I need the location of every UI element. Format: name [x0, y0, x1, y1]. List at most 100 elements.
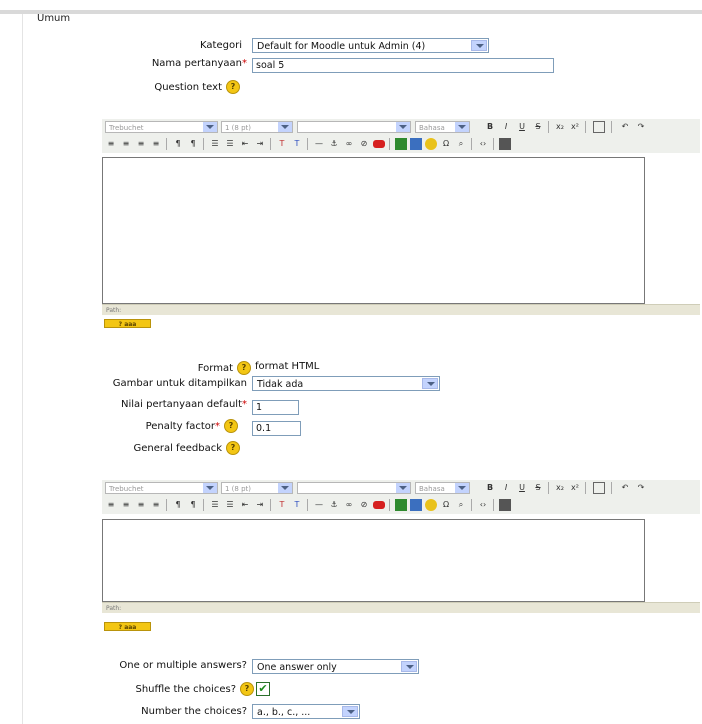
- subscript-icon[interactable]: x₂: [554, 482, 566, 494]
- indent-icon[interactable]: ⇥: [254, 138, 266, 150]
- toolbar-separator: [203, 138, 204, 150]
- indent-icon[interactable]: ⇥: [254, 499, 266, 511]
- editor-help-button[interactable]: ? aaa: [104, 622, 151, 631]
- single-select[interactable]: One answer only: [252, 659, 419, 674]
- required-marker: *: [215, 421, 220, 432]
- redo-icon[interactable]: ↷: [635, 121, 647, 133]
- font-family-select[interactable]: Trebuchet: [105, 482, 218, 494]
- link-icon[interactable]: ∞: [343, 499, 355, 511]
- help-icon[interactable]: ?: [240, 682, 254, 696]
- unlink-icon[interactable]: ⊘: [358, 138, 370, 150]
- horizontal-rule-icon[interactable]: —: [313, 499, 325, 511]
- align-right-icon[interactable]: ≡: [135, 138, 147, 150]
- language-select[interactable]: Bahasa: [415, 121, 470, 133]
- shuffle-label-text: Shuffle the choices?: [135, 684, 236, 695]
- general-feedback-area[interactable]: [102, 519, 645, 602]
- insert-image-icon[interactable]: [395, 499, 407, 511]
- unlink-icon[interactable]: ⊘: [358, 499, 370, 511]
- insert-character-icon[interactable]: Ω: [440, 138, 452, 150]
- horizontal-rule-icon[interactable]: —: [313, 138, 325, 150]
- text-color-icon[interactable]: T: [276, 499, 288, 511]
- ltr-icon[interactable]: ¶: [172, 499, 184, 511]
- language-select[interactable]: Bahasa: [415, 482, 470, 494]
- chevron-down-icon: [401, 661, 417, 672]
- editor-help-button[interactable]: ? aaa: [104, 319, 151, 328]
- question-text-area[interactable]: [102, 157, 645, 304]
- bullet-list-icon[interactable]: ☰: [224, 138, 236, 150]
- font-size-select[interactable]: 1 (8 pt): [221, 121, 293, 133]
- align-left-icon[interactable]: ≡: [105, 499, 117, 511]
- bullet-list-icon[interactable]: ☰: [224, 499, 236, 511]
- align-center-icon[interactable]: ≡: [120, 499, 132, 511]
- nama-input[interactable]: soal 5: [252, 58, 554, 73]
- align-right-icon[interactable]: ≡: [135, 499, 147, 511]
- search-replace-icon[interactable]: ⌕: [455, 138, 467, 150]
- nolink-icon[interactable]: [373, 501, 385, 509]
- bold-icon[interactable]: B: [484, 121, 496, 133]
- text-color-icon[interactable]: T: [276, 138, 288, 150]
- align-left-icon[interactable]: ≡: [105, 138, 117, 150]
- strikethrough-icon[interactable]: S: [532, 482, 544, 494]
- clean-word-icon[interactable]: [593, 482, 605, 494]
- gambar-select[interactable]: Tidak ada: [252, 376, 440, 391]
- italic-icon[interactable]: I: [500, 121, 512, 133]
- question-text-editor: Trebuchet 1 (8 pt) Bahasa B I U S x₂ x² …: [102, 119, 700, 330]
- underline-icon[interactable]: U: [516, 482, 528, 494]
- nolink-icon[interactable]: [373, 140, 385, 148]
- numbered-list-icon[interactable]: ☰: [209, 499, 221, 511]
- font-family-select[interactable]: Trebuchet: [105, 121, 218, 133]
- insert-table-icon[interactable]: [410, 138, 422, 150]
- nilai-input[interactable]: 1: [252, 400, 299, 415]
- justify-icon[interactable]: ≡: [150, 499, 162, 511]
- help-icon[interactable]: ?: [226, 80, 240, 94]
- penalty-input[interactable]: 0.1: [252, 421, 301, 436]
- superscript-icon[interactable]: x²: [569, 482, 581, 494]
- insert-table-icon[interactable]: [410, 499, 422, 511]
- bold-icon[interactable]: B: [484, 482, 496, 494]
- general-feedback-editor: Trebuchet 1 (8 pt) Bahasa B I U S x₂ x² …: [102, 480, 700, 634]
- undo-icon[interactable]: ↶: [619, 482, 631, 494]
- underline-icon[interactable]: U: [516, 121, 528, 133]
- html-source-icon[interactable]: ‹›: [477, 138, 489, 150]
- insert-smiley-icon[interactable]: [425, 499, 437, 511]
- superscript-icon[interactable]: x²: [569, 121, 581, 133]
- fullscreen-icon[interactable]: [499, 138, 511, 150]
- kategori-select[interactable]: Default for Moodle untuk Admin (4): [252, 38, 489, 53]
- numbered-list-icon[interactable]: ☰: [209, 138, 221, 150]
- strikethrough-icon[interactable]: S: [532, 121, 544, 133]
- font-size-select[interactable]: 1 (8 pt): [221, 482, 293, 494]
- justify-icon[interactable]: ≡: [150, 138, 162, 150]
- align-center-icon[interactable]: ≡: [120, 138, 132, 150]
- help-icon[interactable]: ?: [226, 441, 240, 455]
- rtl-icon[interactable]: ¶: [187, 138, 199, 150]
- background-color-icon[interactable]: T: [291, 499, 303, 511]
- anchor-icon[interactable]: ⚓: [328, 499, 340, 511]
- outdent-icon[interactable]: ⇤: [239, 138, 251, 150]
- shuffle-checkbox[interactable]: ✔: [256, 682, 270, 696]
- subscript-icon[interactable]: x₂: [554, 121, 566, 133]
- toolbar-separator: [493, 138, 494, 150]
- undo-icon[interactable]: ↶: [619, 121, 631, 133]
- clean-word-icon[interactable]: [593, 121, 605, 133]
- anchor-icon[interactable]: ⚓: [328, 138, 340, 150]
- rtl-icon[interactable]: ¶: [187, 499, 199, 511]
- insert-smiley-icon[interactable]: [425, 138, 437, 150]
- chevron-down-icon: [396, 483, 410, 493]
- html-source-icon[interactable]: ‹›: [477, 499, 489, 511]
- heading-select[interactable]: [297, 121, 411, 133]
- fullscreen-icon[interactable]: [499, 499, 511, 511]
- link-icon[interactable]: ∞: [343, 138, 355, 150]
- background-color-icon[interactable]: T: [291, 138, 303, 150]
- insert-image-icon[interactable]: [395, 138, 407, 150]
- ltr-icon[interactable]: ¶: [172, 138, 184, 150]
- toolbar-separator: [471, 138, 472, 150]
- help-icon[interactable]: ?: [224, 419, 238, 433]
- outdent-icon[interactable]: ⇤: [239, 499, 251, 511]
- heading-select[interactable]: [297, 482, 411, 494]
- insert-character-icon[interactable]: Ω: [440, 499, 452, 511]
- numbering-select[interactable]: a., b., c., ...: [252, 704, 360, 719]
- italic-icon[interactable]: I: [500, 482, 512, 494]
- help-icon[interactable]: ?: [237, 361, 251, 375]
- search-replace-icon[interactable]: ⌕: [455, 499, 467, 511]
- redo-icon[interactable]: ↷: [635, 482, 647, 494]
